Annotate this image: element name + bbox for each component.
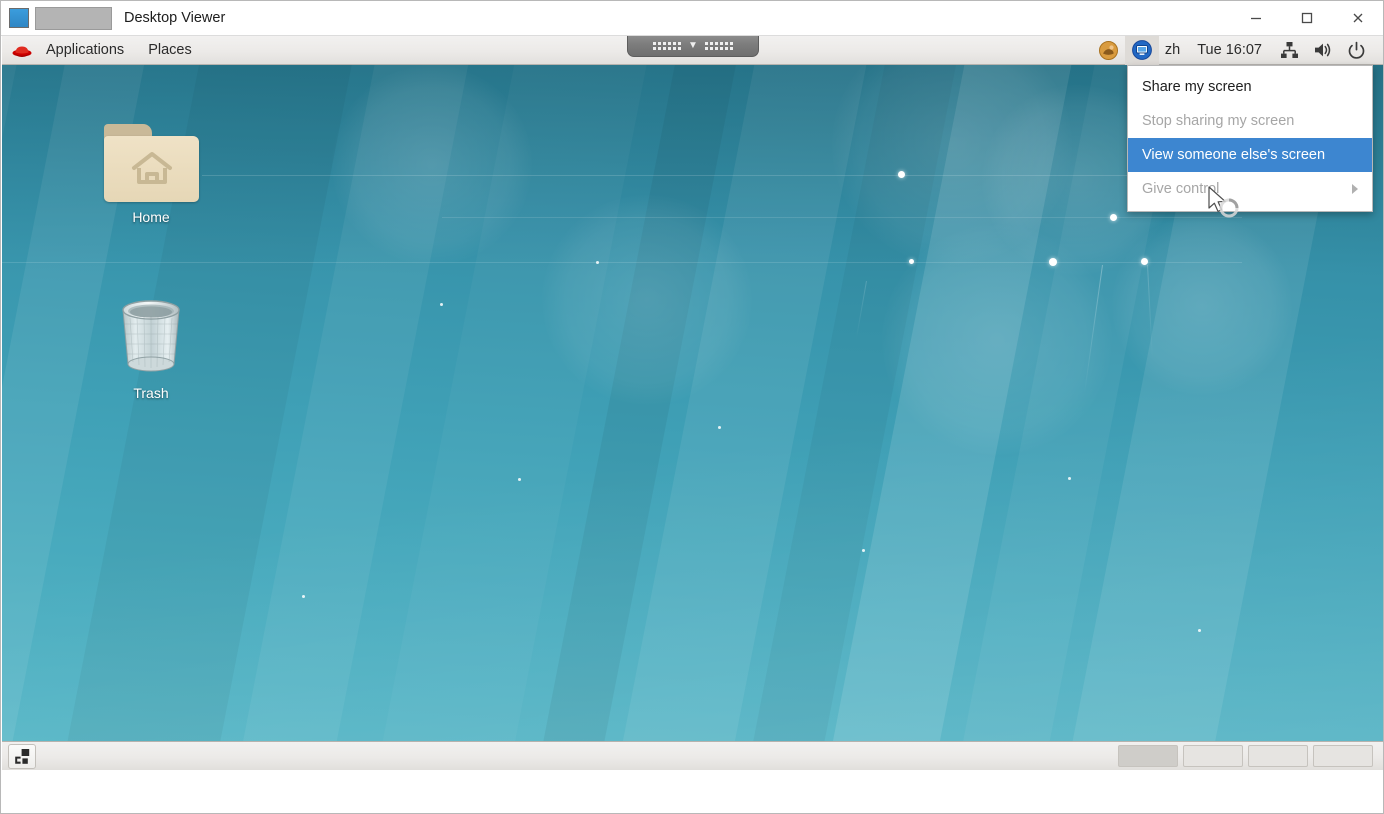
network-icon[interactable] [1273,36,1306,65]
house-glyph [131,152,172,184]
panel-left-group: Applications Places [2,36,204,65]
chevron-down-icon[interactable]: ▼ [688,40,698,51]
app-icon [9,8,29,28]
close-button[interactable] [1332,1,1383,36]
show-desktop-icon[interactable] [8,743,36,769]
user-avatar-icon[interactable] [1092,36,1125,65]
desktop-icon-trash[interactable]: Trash [96,294,206,401]
power-icon[interactable] [1340,36,1373,65]
trash-can-icon [111,294,191,378]
keyboard-icon-right [704,41,733,50]
maximize-button[interactable] [1281,1,1332,36]
screen-sharing-menu: Share my screen Stop sharing my screen V… [1127,65,1373,212]
redhat-logo-icon [11,42,33,58]
workspace-3[interactable] [1248,745,1308,767]
folder-home-icon [103,124,199,202]
workspace-switcher[interactable] [1118,745,1373,767]
workspace-1[interactable] [1118,745,1178,767]
title-redacted-block [35,6,112,30]
menu-item-share-my-screen[interactable]: Share my screen [1128,70,1372,104]
window-controls [1230,1,1383,36]
desktop-icon-label: Trash [133,385,169,401]
volume-icon[interactable] [1306,36,1340,65]
input-language-indicator[interactable]: zh [1159,42,1186,58]
menu-item-label: Give control [1142,181,1220,197]
minimize-button[interactable] [1230,1,1281,36]
gnome-bottom-taskbar [2,741,1383,770]
window-title: Desktop Viewer [124,10,226,26]
desktop-icon-home[interactable]: Home [96,124,206,225]
window-titlebar[interactable]: Desktop Viewer [1,1,1383,36]
panel-menu-applications[interactable]: Applications [34,36,136,65]
floating-toolbar-handle[interactable]: ▼ [627,36,759,57]
menu-item-give-control[interactable]: Give control [1128,172,1372,206]
keyboard-icon [653,41,682,50]
screen-sharing-icon[interactable] [1124,36,1159,65]
viewer-status-strip [2,768,1383,812]
menu-item-stop-sharing-my-screen[interactable]: Stop sharing my screen [1128,104,1372,138]
panel-clock[interactable]: Tue 16:07 [1186,42,1273,58]
workspace-2[interactable] [1183,745,1243,767]
desktop-viewer-window: Desktop Viewer Home Trash Applications P… [0,0,1384,814]
panel-tray: zh Tue 16:07 [1092,36,1383,65]
menu-item-view-someone-elses-screen[interactable]: View someone else's screen [1128,138,1372,172]
chevron-right-icon [1352,184,1358,194]
desktop-icon-label: Home [132,209,170,225]
remote-desktop-screen[interactable]: Home Trash Applications Places zh Tue 16… [2,36,1383,770]
workspace-4[interactable] [1313,745,1373,767]
panel-menu-places[interactable]: Places [136,36,204,65]
